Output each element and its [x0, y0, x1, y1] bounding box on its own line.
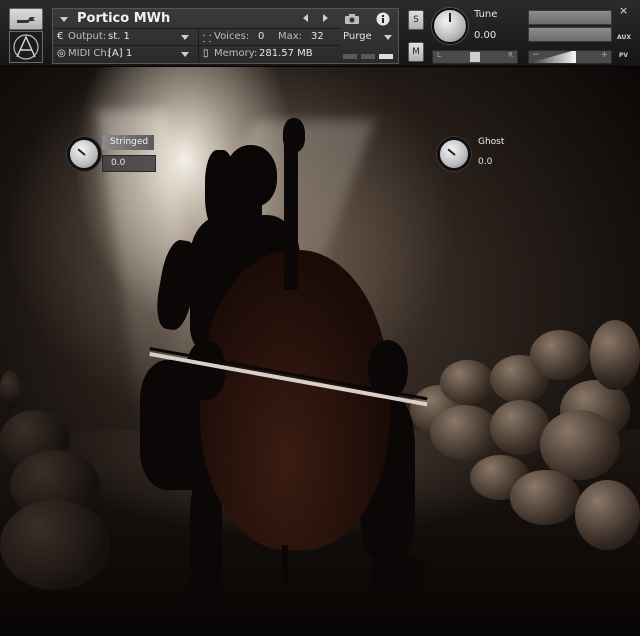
memory-label: Memory: — [214, 48, 258, 59]
stringed-value[interactable]: 0.0 — [102, 155, 156, 172]
purge-panel: Purge — [340, 8, 399, 64]
output-label: Output: — [68, 31, 107, 42]
pan-slider-handle[interactable] — [470, 52, 480, 62]
purge-meter-segment — [379, 54, 393, 59]
volume-plus-label: + — [600, 50, 608, 60]
instrument-logo-icon — [13, 34, 39, 60]
purge-button[interactable]: Purge — [343, 31, 372, 42]
pan-slider[interactable]: L R — [432, 50, 518, 64]
midi-channel-value[interactable]: [A] 1 — [108, 48, 132, 59]
cello-neck — [284, 140, 298, 290]
cello-scroll — [283, 118, 305, 152]
output-icon: € — [57, 31, 64, 42]
rock — [0, 370, 20, 410]
level-meter-right — [528, 27, 612, 42]
info-icon[interactable] — [376, 12, 390, 26]
camera-icon[interactable] — [344, 13, 360, 25]
previous-instrument-icon[interactable] — [303, 14, 308, 22]
ghost-value[interactable]: 0.0 — [470, 155, 522, 170]
rock — [540, 410, 620, 480]
purge-dropdown-icon[interactable] — [384, 35, 392, 40]
stringed-label: Stringed — [102, 135, 154, 150]
instrument-name[interactable]: Portico MWh — [77, 11, 170, 26]
tool-button[interactable] — [9, 8, 43, 30]
next-instrument-icon[interactable] — [323, 14, 328, 22]
voices-value: 0 — [258, 31, 265, 42]
cello-waist — [186, 340, 226, 400]
cellist-shoe — [370, 555, 425, 595]
voices-icon: ⸬ — [203, 34, 212, 45]
wrench-icon — [17, 17, 35, 23]
rock — [440, 360, 495, 405]
close-icon[interactable]: × — [619, 4, 628, 17]
divider — [53, 45, 341, 46]
tune-value[interactable]: 0.00 — [474, 30, 496, 41]
voices-label: Voices: — [214, 31, 250, 42]
mute-button[interactable]: M — [408, 42, 424, 62]
rock — [0, 500, 110, 590]
rock — [430, 405, 500, 460]
volume-slider-handle[interactable] — [572, 51, 576, 63]
stringed-knob[interactable] — [67, 137, 101, 171]
instrument-header: Portico MWh € Output: st. 1 ⸬ Voices: 0 … — [0, 0, 640, 67]
volume-slider[interactable]: − + — [528, 50, 612, 64]
pan-right-label: R — [508, 51, 513, 59]
divider — [53, 28, 341, 29]
ghost-label: Ghost — [478, 137, 505, 147]
instrument-menu-arrow-icon[interactable] — [60, 17, 68, 22]
memory-value: 281.57 MB — [259, 48, 313, 59]
memory-icon: ▯ — [203, 48, 209, 59]
max-voices-label: Max: — [278, 31, 303, 42]
rock — [575, 480, 640, 550]
midi-channel-label: MIDI Ch: — [68, 48, 111, 59]
level-meter-left — [528, 10, 612, 25]
instrument-info-panel: Portico MWh € Output: st. 1 ⸬ Voices: 0 … — [52, 8, 342, 64]
purge-meter-segment — [361, 54, 375, 59]
cellist-shoe — [185, 575, 225, 610]
midi-dropdown-icon[interactable] — [181, 52, 189, 57]
aux-button[interactable]: AUX — [617, 34, 631, 41]
output-value[interactable]: st. 1 — [108, 31, 130, 42]
rock — [530, 330, 590, 380]
tune-label: Tune — [474, 9, 498, 20]
pan-left-label: L — [437, 51, 441, 59]
cello-body — [200, 250, 390, 550]
cave-cellist-background — [0, 0, 640, 636]
divider — [198, 28, 199, 63]
instrument-logo[interactable] — [9, 31, 43, 63]
pv-button[interactable]: PV — [619, 52, 628, 59]
volume-minus-label: − — [532, 50, 540, 60]
cello-endpin — [282, 545, 288, 585]
solo-button[interactable]: S — [408, 10, 424, 30]
ghost-knob[interactable] — [437, 137, 471, 171]
rock — [590, 320, 640, 390]
output-dropdown-icon[interactable] — [181, 35, 189, 40]
purge-meter-segment — [343, 54, 357, 59]
rock — [510, 470, 580, 525]
max-voices-value[interactable]: 32 — [311, 31, 324, 42]
midi-icon: ◎ — [57, 48, 66, 59]
tune-knob[interactable] — [432, 8, 468, 44]
kontakt-instrument-window: Portico MWh € Output: st. 1 ⸬ Voices: 0 … — [0, 0, 640, 636]
